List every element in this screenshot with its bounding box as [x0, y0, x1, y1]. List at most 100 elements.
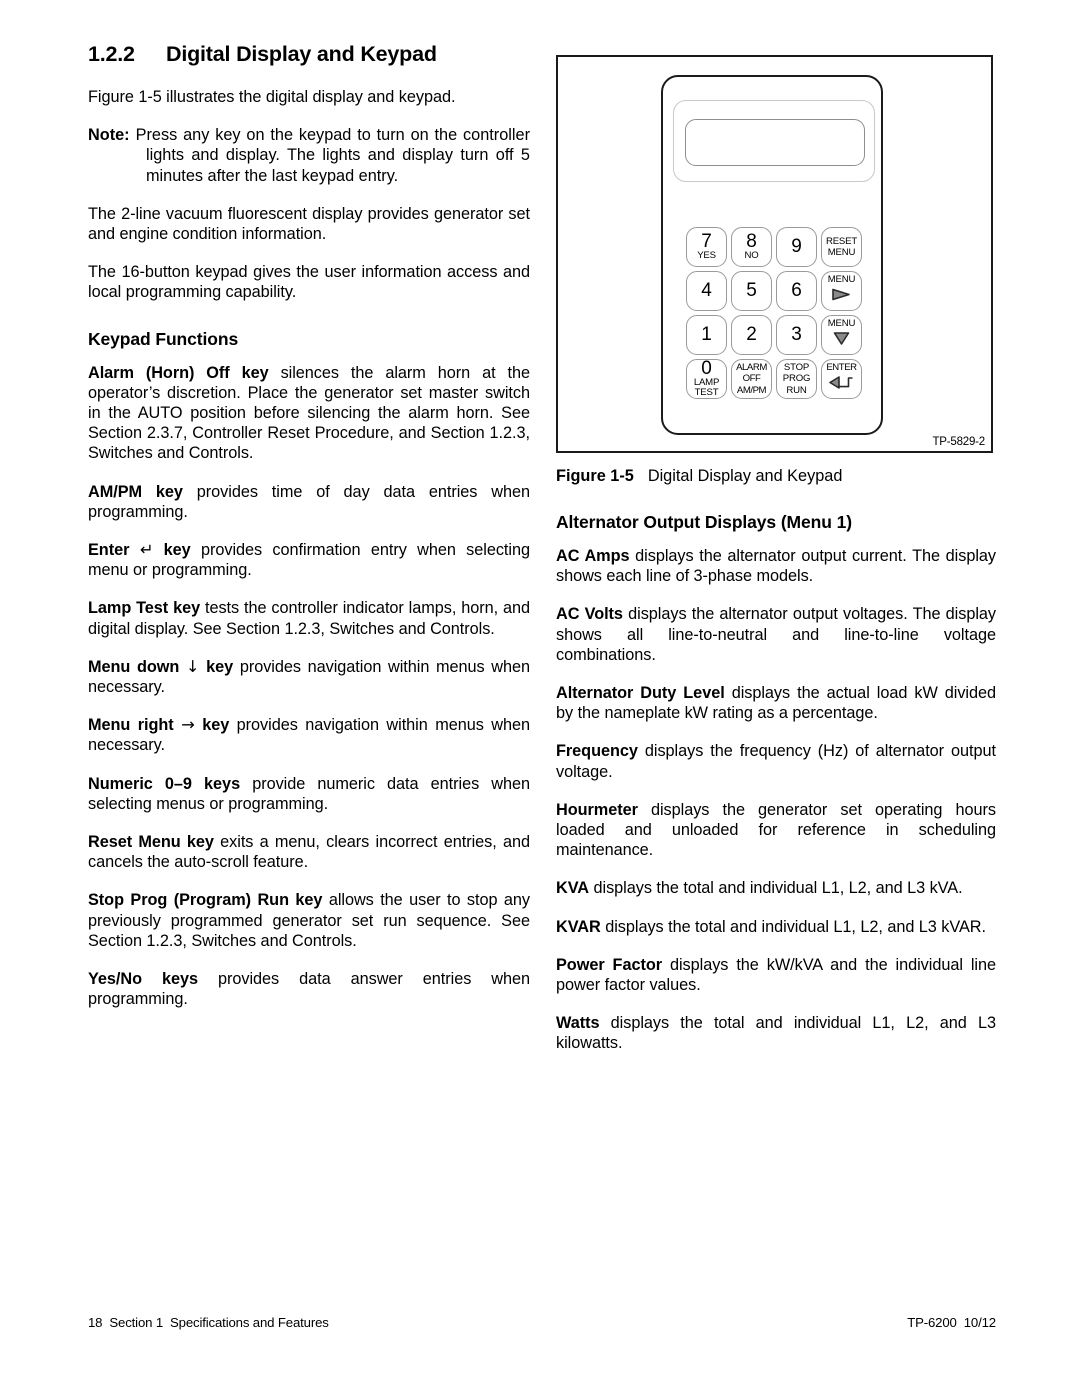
- note-paragraph: Note: Press any key on the keypad to turn…: [88, 125, 530, 186]
- section-title: Digital Display and Keypad: [166, 42, 437, 66]
- display-window-outer: [673, 100, 875, 182]
- keypad-functions-heading: Keypad Functions: [88, 328, 239, 349]
- key-digit: 9: [791, 236, 802, 257]
- figure-caption-text: Digital Display and Keypad: [647, 467, 843, 485]
- item-term: Alternator Duty Level: [556, 684, 725, 703]
- key-enter[interactable]: ENTER: [821, 359, 862, 399]
- function-term: Alarm (Horn) Off key: [88, 363, 269, 382]
- key-1[interactable]: 1: [686, 315, 727, 355]
- key-label: ENTER: [826, 362, 857, 374]
- item-text: displays the total and individual L1, L2…: [589, 879, 963, 898]
- key-label-line2: TEST: [694, 387, 719, 398]
- key-5[interactable]: 5: [731, 271, 772, 311]
- key-digit: 5: [746, 280, 757, 301]
- key-8-no[interactable]: 8 NO: [731, 227, 772, 267]
- function-term: Numeric 0–9 keys: [88, 774, 241, 793]
- key-label-line1: RESET: [826, 235, 857, 247]
- figure-1-5: 7 YES 8 NO 9 RESET MENU 4 5 6 MENU 1 2 3…: [556, 55, 993, 453]
- key-stop-prog-run[interactable]: STOP PROG RUN: [776, 359, 817, 399]
- key-alarm-off-ampm[interactable]: ALARM OFF AM/PM: [731, 359, 772, 399]
- key-3[interactable]: 3: [776, 315, 817, 355]
- function-term-pre: Menu right: [88, 716, 174, 735]
- item-term: Watts: [556, 1014, 600, 1033]
- keypad-paragraph: The 16-button keypad gives the user info…: [88, 263, 530, 302]
- function-alarm-off: Alarm (Horn) Off key silences the alarm …: [88, 363, 530, 464]
- footer-right: TP-6200 10/12: [907, 1315, 996, 1330]
- key-digit: 4: [701, 280, 712, 301]
- key-label: MENU: [827, 318, 856, 330]
- footer-section-name: Specifications and Features: [170, 1315, 329, 1330]
- function-yes-no: Yes/No keys provides data answer entries…: [88, 969, 530, 1009]
- alternator-output-heading: Alternator Output Displays (Menu 1): [556, 512, 852, 532]
- item-hourmeter: Hourmeter displays the generator set ope…: [556, 800, 996, 861]
- item-term: Frequency: [556, 742, 638, 761]
- key-7-yes[interactable]: 7 YES: [686, 227, 727, 267]
- item-kva: KVA displays the total and individual L1…: [556, 878, 996, 898]
- key-menu-down[interactable]: MENU: [821, 315, 862, 355]
- function-menu-down: Menu down ↓ key provides navigation with…: [88, 657, 530, 697]
- intro-paragraph: Figure 1-5 illustrates the digital displ…: [88, 88, 456, 106]
- item-term: Hourmeter: [556, 800, 638, 819]
- key-digit: 8: [746, 230, 757, 252]
- figure-part-number: TP-5829-2: [932, 436, 985, 448]
- function-term: AM/PM key: [88, 482, 183, 501]
- item-ac-volts: AC Volts displays the alternator output …: [556, 604, 996, 665]
- item-term: KVA: [556, 879, 590, 898]
- enter-return-icon: [828, 375, 855, 395]
- key-9[interactable]: 9: [776, 227, 817, 267]
- note-label: Note:: [88, 126, 130, 145]
- function-term: Yes/No keys: [88, 970, 199, 989]
- function-text: provides confirmation entry when selecti…: [88, 541, 530, 580]
- item-watts: Watts displays the total and individual …: [556, 1013, 996, 1053]
- function-term: Reset Menu key: [88, 833, 214, 852]
- key-digit: 6: [791, 280, 802, 301]
- function-lamp-test: Lamp Test key tests the controller indic…: [88, 598, 530, 638]
- key-4[interactable]: 4: [686, 271, 727, 311]
- function-menu-right: Menu right → key provides navigation wit…: [88, 715, 530, 755]
- document-page: 1.2.2 Digital Display and Keypad Figure …: [0, 0, 1080, 1397]
- key-digit: 0: [701, 359, 712, 379]
- key-2[interactable]: 2: [731, 315, 772, 355]
- key-reset-menu[interactable]: RESET MENU: [821, 227, 862, 267]
- key-menu-right[interactable]: MENU: [821, 271, 862, 311]
- key-0-lamp-test[interactable]: 0 LAMP TEST: [686, 359, 727, 399]
- figure-caption-label: Figure 1-5: [556, 467, 634, 485]
- display-screen: [685, 119, 865, 166]
- function-ampm: AM/PM key provides time of day data entr…: [88, 482, 530, 522]
- function-term-post: key: [206, 657, 234, 676]
- function-term: Stop Prog (Program) Run key: [88, 891, 323, 910]
- key-sublabel: NO: [744, 249, 759, 261]
- footer-page-number: 18: [88, 1315, 103, 1330]
- key-digit: 1: [701, 324, 712, 345]
- item-term: KVAR: [556, 917, 601, 936]
- item-text: displays the total and individual L1, L2…: [556, 1014, 996, 1053]
- key-label-line2: MENU: [827, 247, 856, 258]
- figure-caption: Figure 1-5 Digital Display and Keypad: [556, 467, 996, 486]
- item-text: displays the total and individual L1, L2…: [600, 917, 986, 936]
- arrow-down-icon: ↓: [185, 656, 200, 676]
- footer-left: 18 Section 1 Specifications and Features: [88, 1315, 329, 1330]
- key-label-line2: PROG: [782, 373, 811, 385]
- page-footer: 18 Section 1 Specifications and Features T…: [88, 1315, 996, 1330]
- function-term: Lamp Test key: [88, 599, 201, 618]
- left-column: 1.2.2 Digital Display and Keypad Figure …: [88, 42, 530, 1010]
- item-power-factor: Power Factor displays the kW/kVA and the…: [556, 955, 996, 995]
- item-term: Power Factor: [556, 955, 663, 974]
- alternator-output-list: AC Amps displays the alternator output c…: [556, 546, 996, 1054]
- section-heading: 1.2.2 Digital Display and Keypad: [88, 42, 530, 67]
- function-term-post: key: [202, 716, 230, 735]
- key-label: MENU: [827, 274, 856, 286]
- enter-return-icon: ↵: [139, 540, 154, 560]
- function-enter: Enter ↵ key provides confirmation entry …: [88, 540, 530, 580]
- function-term-pre: Menu down: [88, 657, 180, 676]
- item-alternator-duty-level: Alternator Duty Level displays the actua…: [556, 683, 996, 723]
- key-label-line1: STOP: [783, 362, 810, 374]
- item-term: AC Amps: [556, 547, 630, 565]
- key-6[interactable]: 6: [776, 271, 817, 311]
- item-kvar: KVAR displays the total and individual L…: [556, 917, 996, 937]
- footer-doc-date: 10/12: [963, 1315, 996, 1330]
- key-label-line3: AM/PM: [736, 384, 767, 396]
- item-frequency: Frequency displays the frequency (Hz) of…: [556, 741, 996, 781]
- keypad-grid: 7 YES 8 NO 9 RESET MENU 4 5 6 MENU 1 2 3…: [684, 225, 864, 401]
- right-column: 7 YES 8 NO 9 RESET MENU 4 5 6 MENU 1 2 3…: [556, 55, 996, 1054]
